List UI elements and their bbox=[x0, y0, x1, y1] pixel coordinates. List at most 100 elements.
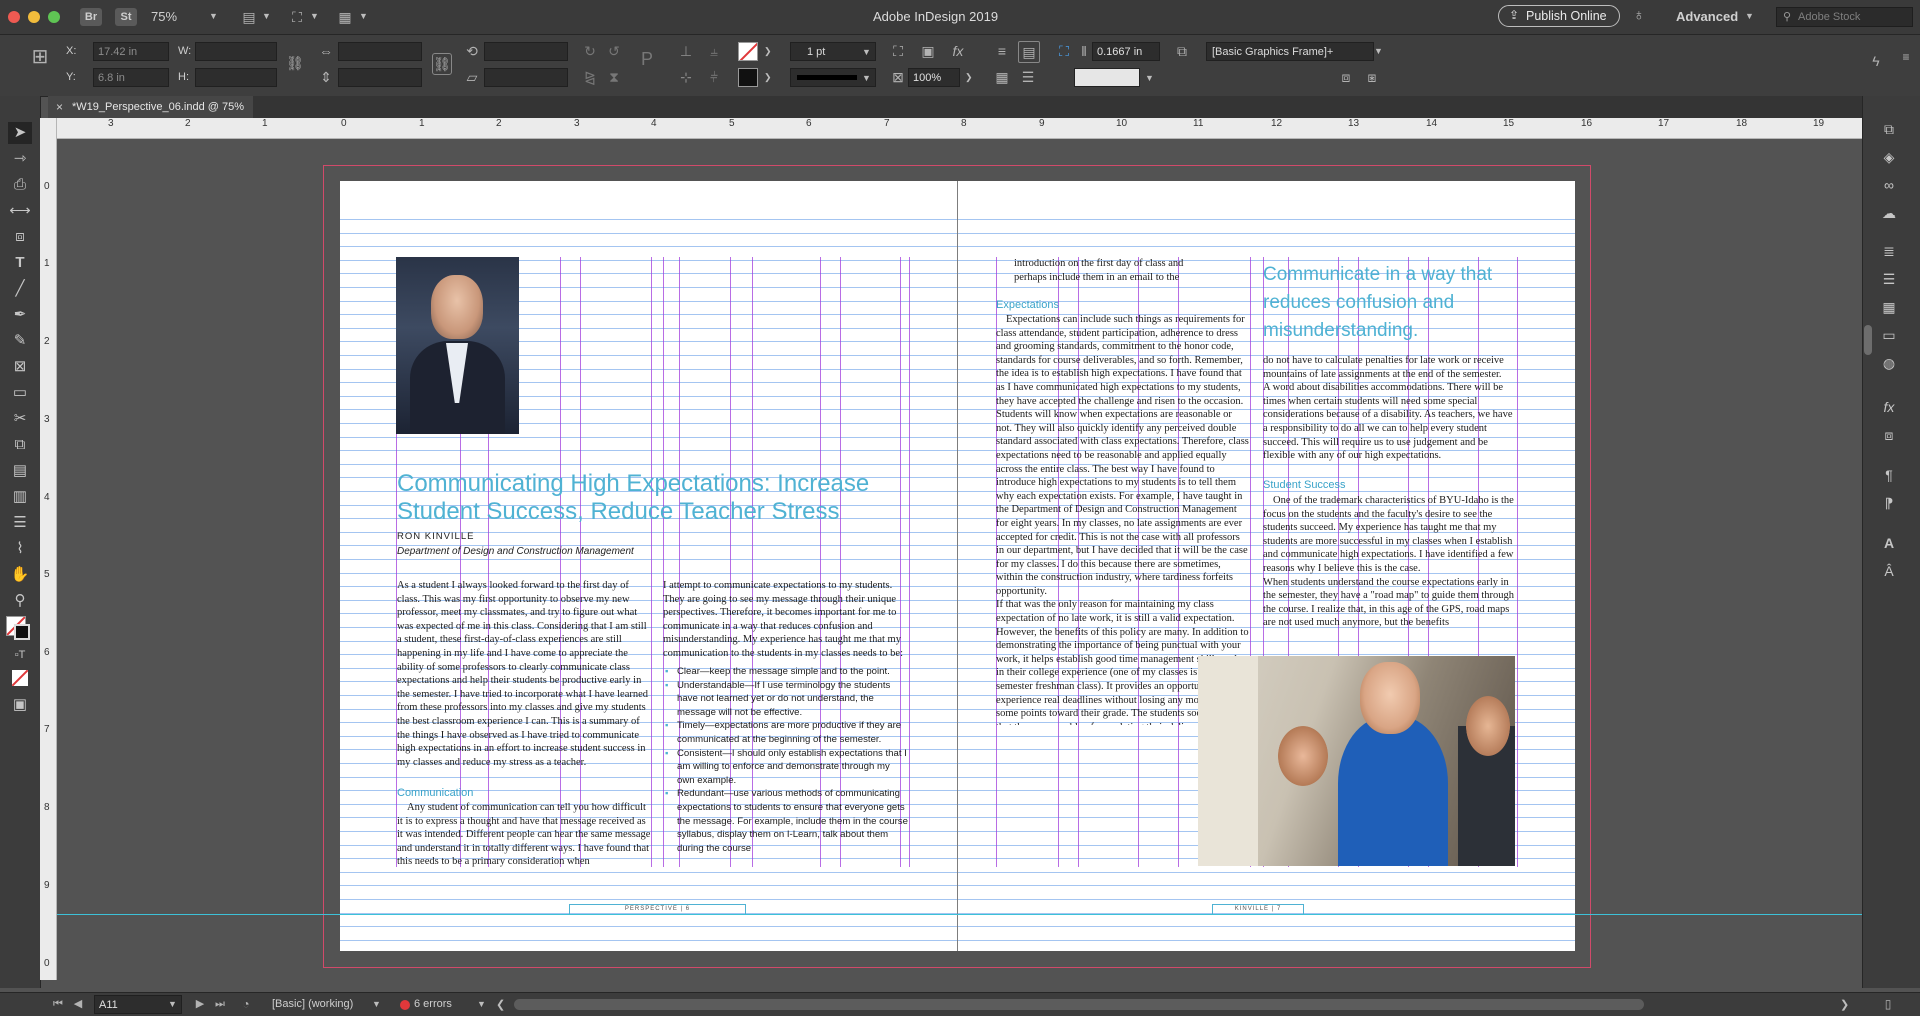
rectangle-tool-icon[interactable]: ▭ bbox=[8, 382, 32, 404]
redefine-style-icon[interactable]: ⧆ bbox=[1362, 67, 1382, 87]
cc-libraries-icon[interactable]: ☁ bbox=[1876, 202, 1902, 224]
rotate-ccw-icon[interactable]: ↺ bbox=[604, 41, 624, 61]
horizontal-scrollbar[interactable] bbox=[514, 999, 1644, 1010]
lightbulb-icon[interactable]: ♁ bbox=[1629, 6, 1649, 26]
constrain-proportions-icon[interactable]: ⛓ bbox=[286, 53, 304, 73]
color-panel-icon[interactable]: ◍ bbox=[1876, 352, 1902, 374]
workspace-switcher[interactable]: Advanced bbox=[1676, 9, 1738, 24]
frame-fitting-icon[interactable]: ▣ bbox=[918, 41, 938, 61]
zoom-window-button[interactable] bbox=[48, 11, 60, 23]
formatting-affects-container-icon[interactable]: ▫T bbox=[8, 644, 32, 666]
ruler-guide[interactable] bbox=[57, 914, 1862, 915]
effects-panel-icon[interactable]: fx bbox=[1876, 396, 1902, 418]
line-tool-icon[interactable]: ╱ bbox=[8, 278, 32, 300]
zoom-tool-icon[interactable]: ⚲ bbox=[8, 590, 32, 612]
apply-none-icon[interactable] bbox=[12, 670, 28, 686]
align-top-icon[interactable]: ⊥ bbox=[676, 41, 696, 61]
layers-panel-icon[interactable]: ◈ bbox=[1876, 146, 1902, 168]
chevron-down-icon[interactable]: ▼ bbox=[1145, 73, 1154, 83]
preflight-profile[interactable]: [Basic] (working) bbox=[272, 998, 353, 1010]
links-panel-icon[interactable]: ∞ bbox=[1876, 174, 1902, 196]
paragraph-panel-icon[interactable]: ☰ bbox=[1876, 268, 1902, 290]
note-tool-icon[interactable]: ☰ bbox=[8, 512, 32, 534]
arrange-documents-icon[interactable]: ▦ bbox=[334, 7, 356, 27]
auto-size-icon[interactable]: ⛶ bbox=[1054, 41, 1074, 61]
author-department[interactable]: Department of Design and Construction Ma… bbox=[397, 546, 634, 557]
constrain-scale-icon[interactable]: ⛓ bbox=[432, 53, 452, 75]
bridge-button[interactable]: Br bbox=[80, 8, 102, 26]
distribute-icon[interactable]: ⊹ bbox=[676, 67, 696, 87]
left-column-1b-text[interactable]: Any student of communication can tell yo… bbox=[397, 801, 651, 871]
chevron-down-icon[interactable]: ▼ bbox=[168, 999, 177, 1009]
minimize-window-button[interactable] bbox=[28, 11, 40, 23]
screen-mode-icon[interactable]: ▣ bbox=[8, 694, 32, 716]
fitting-icon[interactable]: ⛶ bbox=[888, 41, 908, 61]
vertical-ruler[interactable]: 0 1 2 3 4 5 6 7 8 9 0 bbox=[40, 118, 57, 980]
chevron-down-icon[interactable]: ▼ bbox=[862, 73, 871, 83]
width-field[interactable] bbox=[195, 42, 277, 61]
pencil-tool-icon[interactable]: ✎ bbox=[8, 330, 32, 352]
text-wrap-none-icon[interactable]: ≡ bbox=[992, 41, 1012, 61]
pages-panel-icon[interactable]: ⧉ bbox=[1876, 118, 1902, 140]
open-page-icon[interactable]: ◔ bbox=[238, 994, 254, 1014]
gradient-panel-icon[interactable]: ▭ bbox=[1876, 324, 1902, 346]
screen-mode-icon[interactable]: ⛶ bbox=[286, 7, 308, 27]
article-title[interactable]: Communicating High Expectations: Increas… bbox=[397, 470, 901, 526]
paragraph-styles-icon[interactable]: ¶ bbox=[1876, 464, 1902, 486]
wrap-around-icon[interactable]: ▦ bbox=[992, 67, 1012, 87]
stock-search-field[interactable]: ⚲ Adobe Stock bbox=[1776, 7, 1913, 27]
chevron-down-icon[interactable]: ▼ bbox=[209, 11, 218, 21]
scale-x-field[interactable] bbox=[338, 42, 422, 61]
flip-vertical-icon[interactable]: ⧗ bbox=[604, 67, 624, 87]
view-options-icon[interactable]: ▤ bbox=[238, 7, 260, 27]
text-wrap-box-icon[interactable]: ▤ bbox=[1018, 41, 1040, 63]
reference-point-icon[interactable]: ⊞ bbox=[26, 47, 54, 67]
content-collector-icon[interactable]: ⧈ bbox=[8, 226, 32, 248]
height-field[interactable] bbox=[195, 68, 277, 87]
rotation-field[interactable] bbox=[484, 42, 568, 61]
vertical-scrollbar[interactable] bbox=[1864, 325, 1872, 355]
object-style-select[interactable]: [Basic Graphics Frame]+ bbox=[1206, 42, 1374, 61]
clear-overrides-icon[interactable]: ⧈ bbox=[1336, 67, 1356, 87]
chevron-right-icon[interactable]: ❯ bbox=[764, 46, 772, 57]
page-tool-icon[interactable]: ⎙ bbox=[8, 174, 32, 196]
direct-selection-tool-icon[interactable]: ⇾ bbox=[8, 148, 32, 170]
rectangle-frame-tool-icon[interactable]: ⊠ bbox=[8, 356, 32, 378]
zoom-level[interactable]: 75% bbox=[151, 9, 177, 24]
section-heading-expectations[interactable]: Expectations bbox=[996, 299, 1059, 311]
shear-field[interactable] bbox=[484, 68, 568, 87]
left-column-1-text[interactable]: As a student I always looked forward to … bbox=[397, 579, 651, 769]
chevron-right-icon[interactable]: ❯ bbox=[764, 72, 772, 83]
eyedropper-tool-icon[interactable]: ⌇ bbox=[8, 538, 32, 560]
expectations-bullet-list[interactable]: ▪ Clear—keep the message simple and to th… bbox=[663, 665, 909, 871]
chevron-down-icon[interactable]: ▼ bbox=[372, 999, 381, 1009]
scroll-right-icon[interactable]: ❯ bbox=[1840, 998, 1849, 1011]
opacity-field[interactable]: 100% bbox=[908, 68, 960, 87]
stroke-swatch[interactable] bbox=[14, 624, 30, 640]
left-column-2-text[interactable]: I attempt to communicate expectations to… bbox=[663, 579, 909, 665]
pen-tool-icon[interactable]: ✒ bbox=[8, 304, 32, 326]
next-page-icon[interactable]: ▶ bbox=[192, 994, 208, 1014]
chevron-down-icon[interactable]: ▼ bbox=[262, 11, 271, 21]
fill-none-swatch[interactable] bbox=[738, 42, 758, 61]
effects-icon[interactable]: fx bbox=[948, 41, 968, 61]
corner-shape-select[interactable] bbox=[1074, 68, 1140, 87]
chevron-down-icon[interactable]: ▼ bbox=[862, 47, 871, 57]
y-position-field[interactable]: 6.8 in bbox=[93, 68, 169, 87]
stroke-panel-icon[interactable]: ≣ bbox=[1876, 240, 1902, 262]
right-page[interactable]: introduction on the first day of class a… bbox=[958, 181, 1575, 951]
left-page[interactable]: Communicating High Expectations: Increas… bbox=[340, 181, 957, 951]
scissors-tool-icon[interactable]: ✂ bbox=[8, 408, 32, 430]
glyphs-panel-icon[interactable]: Â bbox=[1876, 560, 1902, 582]
split-view-icon[interactable]: ▯ bbox=[1880, 994, 1896, 1014]
align-center-icon[interactable]: ⫨ bbox=[704, 41, 724, 61]
scroll-left-icon[interactable]: ❮ bbox=[496, 998, 505, 1011]
flip-horizontal-icon[interactable]: ⧎ bbox=[580, 67, 600, 87]
chevron-down-icon[interactable]: ▼ bbox=[1374, 46, 1383, 56]
panel-menu-icon[interactable]: ≡ bbox=[1896, 47, 1916, 67]
right-column-2-text[interactable]: do not have to calculate penalties for l… bbox=[1263, 354, 1517, 470]
close-tab-icon[interactable]: × bbox=[56, 96, 63, 118]
wrap-jump-icon[interactable]: ☰ bbox=[1018, 67, 1038, 87]
section-heading-communication[interactable]: Communication bbox=[397, 787, 473, 799]
horizontal-ruler[interactable]: 3 2 1 0 1 2 3 4 5 6 7 8 9 10 11 12 13 14… bbox=[56, 118, 1862, 139]
